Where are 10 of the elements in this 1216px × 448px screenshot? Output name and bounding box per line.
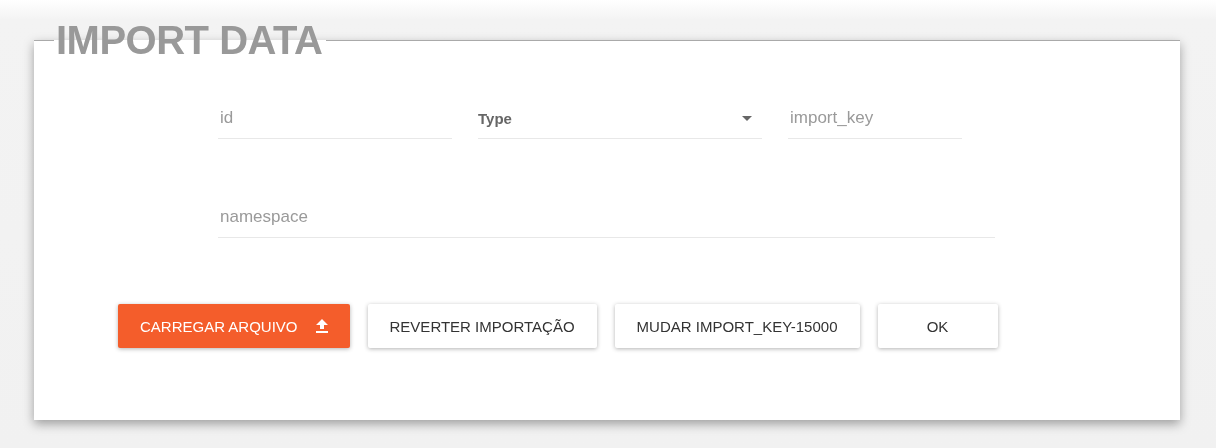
type-select[interactable]: Type bbox=[478, 100, 762, 139]
caret-icon bbox=[742, 116, 752, 121]
namespace-field[interactable]: namespace bbox=[218, 199, 995, 238]
action-button[interactable]: REVERTER IMPORTAÇÃO bbox=[367, 304, 597, 348]
upload-icon bbox=[315, 319, 328, 333]
card-title: IMPORT DATA bbox=[55, 20, 324, 60]
action-button[interactable]: OK bbox=[877, 304, 998, 348]
text-field[interactable]: import_key bbox=[788, 100, 962, 139]
text-field[interactable]: id bbox=[218, 100, 452, 139]
action-button[interactable]: MUDAR IMPORT_KEY-15000 bbox=[614, 304, 860, 348]
